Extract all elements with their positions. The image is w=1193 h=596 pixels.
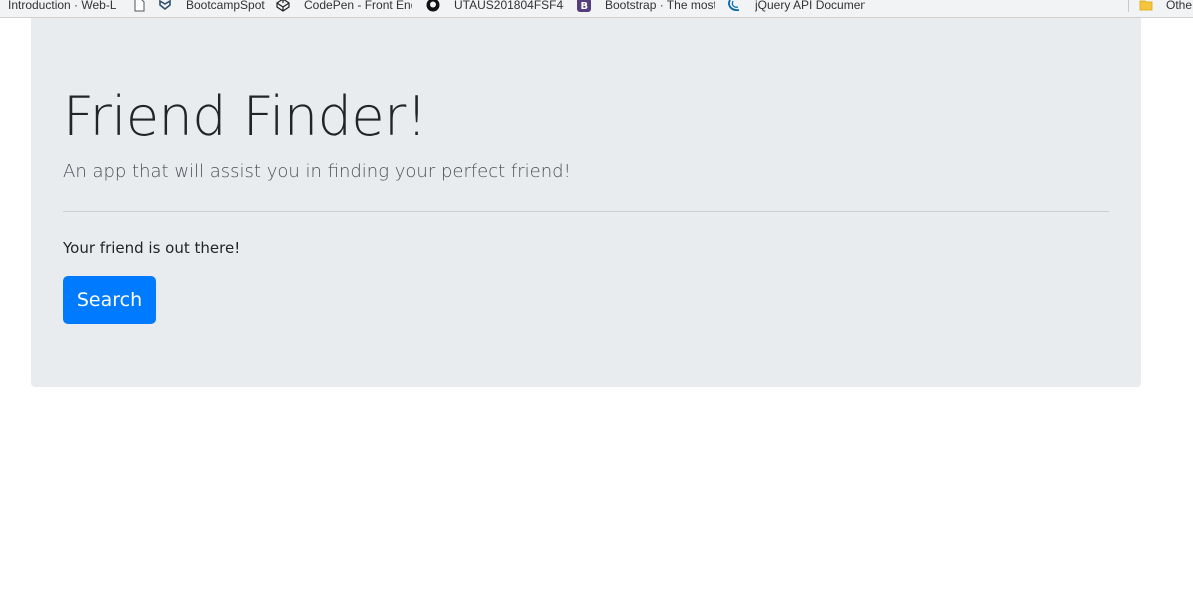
svg-text:B: B: [581, 1, 589, 12]
bookmark-page[interactable]: [132, 0, 152, 12]
codepen-icon: [276, 0, 290, 12]
bookmark-label: Othe: [1166, 0, 1193, 12]
tagline-text: Your friend is out there!: [63, 239, 241, 257]
jquery-icon: [727, 0, 741, 12]
bookmark-introduction[interactable]: Introduction · Web-L: [8, 0, 116, 12]
bookmark-bootstrap[interactable]: B Bootstrap · The most: [577, 0, 715, 12]
bookmark-jquery[interactable]: jQuery API Documen: [727, 0, 865, 12]
bookmark-label: CodePen - Front End: [304, 0, 412, 12]
bookmark-label: Bootstrap · The most: [605, 0, 715, 12]
bookmark-label: jQuery API Documen: [755, 0, 865, 12]
search-button[interactable]: Search: [63, 276, 156, 324]
bookmark-other[interactable]: Othe: [1139, 0, 1192, 12]
jumbotron: Friend Finder! An app that will assist y…: [31, 18, 1141, 387]
bootstrap-icon: B: [577, 0, 591, 12]
bookmark-label: BootcampSpot: [186, 0, 265, 12]
github-icon: [426, 0, 440, 12]
bootcampspot-icon: [158, 0, 172, 12]
bookmark-codepen[interactable]: CodePen - Front End: [276, 0, 412, 12]
bookmarks-bar: Introduction · Web-L BootcampSpot CodePe…: [0, 0, 1193, 18]
bookmarks-separator: [1128, 0, 1129, 12]
bookmark-bootcampspot[interactable]: BootcampSpot: [158, 0, 265, 12]
bookmark-label: Introduction · Web-L: [8, 0, 116, 12]
page-title: Friend Finder!: [63, 85, 427, 148]
bookmark-github[interactable]: UTAUS201804FSF4-C: [426, 0, 564, 12]
folder-icon: [1139, 0, 1153, 12]
divider: [63, 211, 1109, 212]
lead-text: An app that will assist you in finding y…: [63, 161, 571, 182]
page-icon: [132, 0, 146, 12]
bookmark-label: UTAUS201804FSF4-C: [454, 0, 564, 12]
